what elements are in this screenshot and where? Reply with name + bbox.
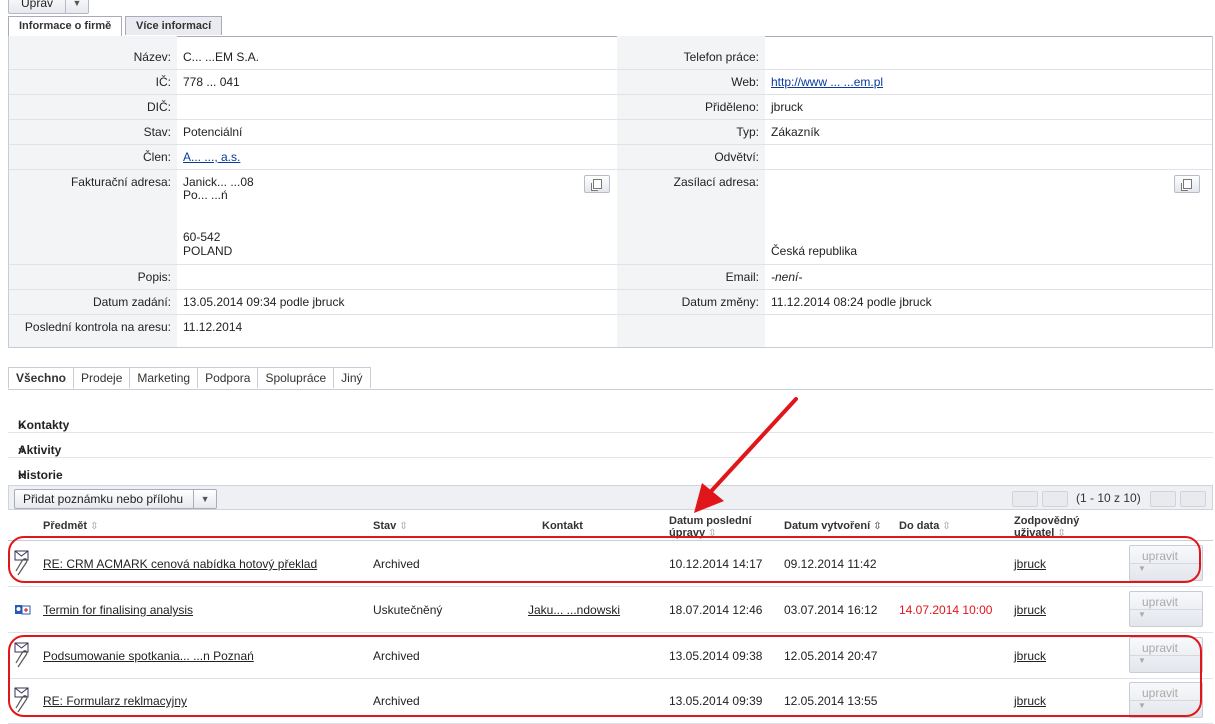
last-page-icon[interactable] [1180, 491, 1206, 507]
next-page-icon[interactable] [1150, 491, 1176, 507]
edit-button-label[interactable]: Uprav [9, 0, 65, 13]
edit-row-button[interactable]: upravit ▼ [1129, 591, 1203, 627]
datum-zmeny-value: 11.12.2014 08:24 podle jbruck [771, 295, 932, 309]
prideleno-label: Přiděleno: [704, 100, 759, 114]
fakturacni-line2: Po... ...ń [183, 188, 228, 202]
tab-marketing[interactable]: Marketing [129, 367, 199, 388]
clen-link[interactable]: A... ..., a.s. [183, 150, 240, 164]
section-history[interactable]: « Historie [8, 458, 1213, 482]
annotation-arrow-icon [694, 397, 798, 513]
table-row: Termin for finalising analysis Uskutečně… [8, 587, 1213, 633]
dic-label: DIČ: [147, 100, 171, 114]
field-row: Člen: A... ..., a.s. Odvětví: [9, 144, 1212, 170]
odvetvi-label: Odvětví: [714, 150, 759, 164]
col-subject[interactable]: Předmět ⇳ [43, 520, 98, 533]
prideleno-value: jbruck [771, 100, 804, 114]
tab-other[interactable]: Jiný [333, 367, 371, 388]
paging-info: (1 - 10 z 10) [1076, 491, 1141, 505]
field-row: IČ: 778 ... 041 Web: http://www ... ...e… [9, 69, 1212, 95]
stav-value: Potenciální [183, 125, 243, 139]
field-row: Stav: Potenciální Typ: Zákazník [9, 119, 1212, 145]
section-activities[interactable]: » Aktivity [8, 433, 1213, 458]
user-link[interactable]: jbruck [1014, 603, 1046, 617]
popis-label: Popis: [137, 270, 171, 284]
due-date-cell: 14.07.2014 10:00 [899, 603, 993, 617]
datum-zmeny-label: Datum změny: [681, 295, 759, 309]
status-cell: Uskutečněný [373, 603, 443, 617]
add-note-button-label[interactable]: Přidat poznámku nebo přílohu [15, 490, 193, 508]
zasilaci-country: Česká republika [771, 244, 858, 258]
modified-cell: 18.07.2014 12:46 [669, 603, 763, 617]
meeting-icon [15, 605, 31, 615]
datum-zadani-value: 13.05.2014 09:34 podle jbruck [183, 295, 345, 309]
clen-label: Člen: [142, 150, 171, 164]
tab-all[interactable]: Všechno [8, 367, 75, 389]
email-value: -není- [771, 270, 803, 284]
ic-label: IČ: [155, 75, 171, 89]
typ-value: Zákazník [771, 125, 820, 139]
col-status[interactable]: Stav ⇳ [373, 520, 408, 533]
address-row: Fakturační adresa: Janick... ...08 Po...… [9, 169, 1212, 265]
created-cell: 03.07.2014 16:12 [784, 603, 878, 617]
col-contact[interactable]: Kontakt [542, 520, 583, 532]
chevron-down-icon[interactable]: ▼ [65, 0, 88, 13]
chevron-down-icon[interactable]: ▼ [193, 490, 216, 508]
subject-link[interactable]: Termin for finalising analysis [43, 603, 193, 617]
annotation-oval [8, 536, 1201, 583]
sort-icon: ⇳ [942, 521, 951, 532]
annotation-oval [8, 635, 1202, 717]
detail-tabs: Informace o firmě Více informací [8, 16, 1213, 37]
tab-more-info[interactable]: Více informací [125, 16, 223, 35]
copy-address-icon[interactable] [1174, 175, 1200, 193]
first-page-icon[interactable] [1012, 491, 1038, 507]
tab-sales[interactable]: Prodeje [73, 367, 131, 388]
fakturacni-line3: 60-542 [183, 230, 221, 244]
tab-company-info[interactable]: Informace o firmě [8, 16, 123, 36]
posledni-kontrola-value: 11.12.2014 [183, 320, 243, 334]
copy-address-icon[interactable] [584, 175, 610, 193]
nazev-label: Název: [133, 50, 171, 64]
datum-zadani-label: Datum zadání: [92, 295, 171, 309]
fakturacni-line1: Janick... ...08 [183, 175, 254, 189]
telefon-label: Telefon práce: [683, 50, 759, 64]
nazev-value: C... ...EM S.A. [183, 50, 260, 64]
web-label: Web: [731, 75, 759, 89]
posledni-kontrola-label: Poslední kontrola na aresu: [24, 320, 171, 334]
contact-link[interactable]: Jaku... ...ndowski [528, 603, 620, 617]
company-detail-panel: Název: C... ...EM S.A. Telefon práce: IČ… [8, 36, 1213, 348]
field-row: Popis: Email: -není- [9, 264, 1212, 290]
sort-desc-icon: ⇳ [873, 521, 882, 532]
typ-label: Typ: [736, 125, 759, 139]
edit-split-button[interactable]: Uprav ▼ [8, 0, 90, 14]
field-row: Název: C... ...EM S.A. Telefon práce: [9, 44, 1212, 70]
tab-support[interactable]: Podpora [197, 367, 259, 388]
sort-icon: ⇳ [399, 521, 408, 532]
filter-tabs: Všechno Prodeje Marketing Podpora Spolup… [8, 367, 1213, 390]
field-row: Datum zadání: 13.05.2014 09:34 podle jbr… [9, 289, 1212, 315]
fakturacni-label: Fakturační adresa: [70, 175, 171, 189]
web-link[interactable]: http://www ... ...em.pl [771, 75, 883, 89]
stav-label: Stav: [143, 125, 171, 139]
fakturacni-line4: POLAND [183, 244, 233, 258]
col-due-date[interactable]: Do data ⇳ [899, 520, 951, 533]
history-toolbar: Přidat poznámku nebo přílohu ▼ (1 - 10 z… [8, 485, 1213, 510]
field-row: Poslední kontrola na aresu: 11.12.2014 [9, 314, 1212, 339]
prev-page-icon[interactable] [1042, 491, 1068, 507]
field-row: DIČ: Přiděleno: jbruck [9, 94, 1212, 120]
sort-icon: ⇳ [90, 521, 99, 532]
chevron-down-icon: ▼ [1130, 609, 1202, 626]
zasilaci-label: Zasílací adresa: [673, 175, 759, 189]
add-note-split-button[interactable]: Přidat poznámku nebo přílohu ▼ [14, 489, 218, 509]
section-contacts[interactable]: » Kontakty [8, 408, 1213, 433]
tab-cooperation[interactable]: Spolupráce [257, 367, 335, 388]
email-label: Email: [725, 270, 759, 284]
ic-value: 778 ... 041 [183, 75, 240, 89]
